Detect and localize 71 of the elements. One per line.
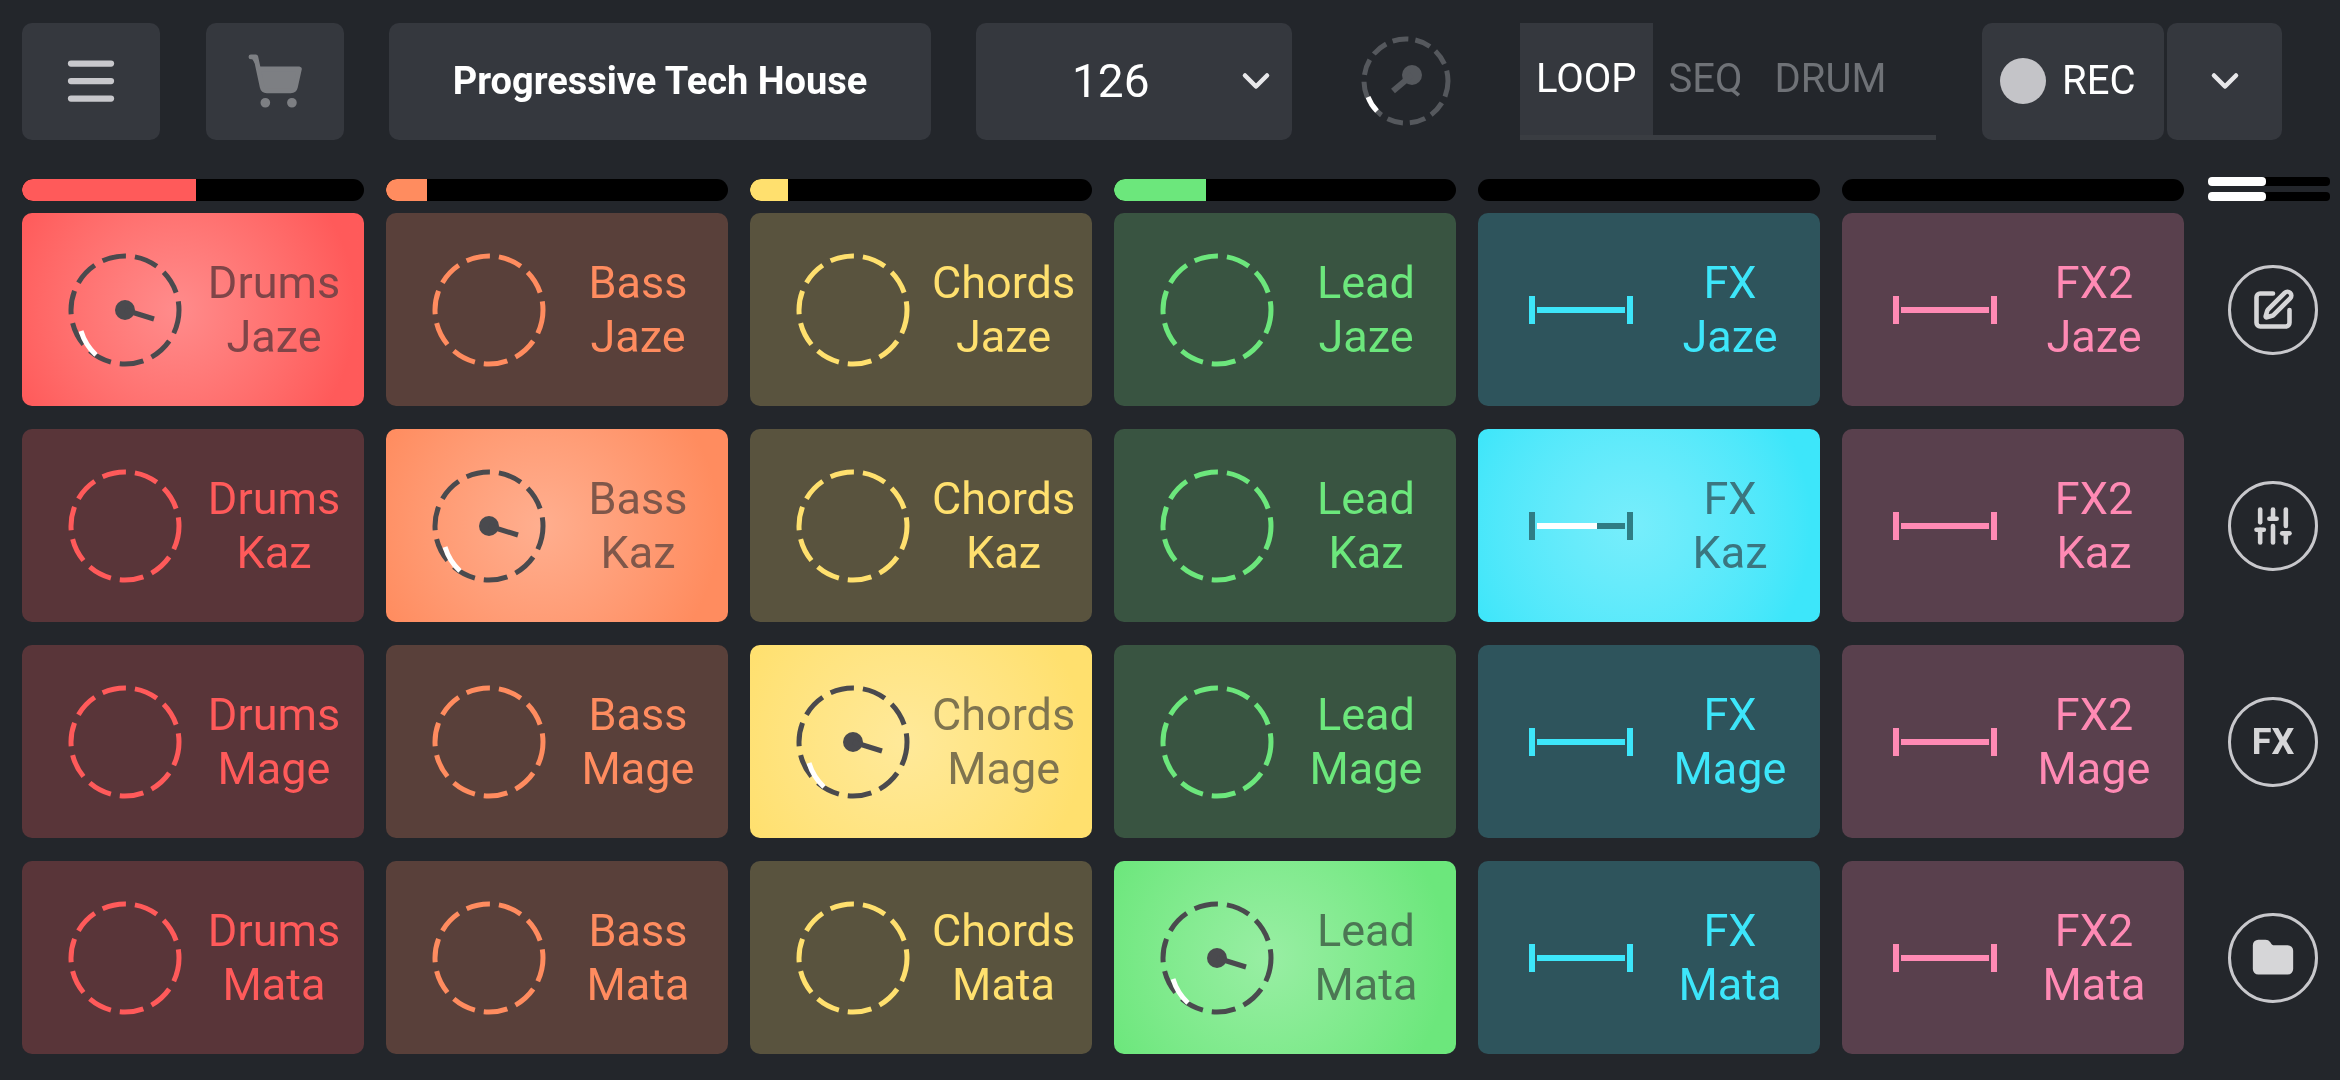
clip-pad[interactable]: Bass Jaze (386, 213, 728, 406)
range-bar-icon (1893, 727, 1997, 756)
clip-label: FX2 Mage (2036, 687, 2152, 796)
edit-button[interactable] (2228, 264, 2318, 355)
clip-label: Lead Kaz (1316, 471, 1416, 580)
mode-tab[interactable]: SEQ (1652, 22, 1759, 135)
clip-label: Chords Mata (931, 903, 1076, 1012)
cart-icon (246, 52, 304, 110)
tempo-dropdown[interactable]: 126 (976, 22, 1292, 140)
clip-label: Bass Jaze (587, 255, 689, 364)
mode-tab[interactable]: DRUM (1758, 22, 1903, 135)
clip-label: Chords Kaz (931, 471, 1076, 580)
clip-label: Drums Jaze (206, 255, 342, 364)
clip-pad[interactable]: FX Mata (1478, 861, 1820, 1054)
clip-pad[interactable]: FX2 Jaze (1842, 213, 2184, 406)
clip-pad[interactable]: Drums Mage (22, 645, 364, 838)
clip-pad[interactable]: Bass Kaz (386, 429, 728, 622)
clip-label: FX2 Mata (2041, 903, 2147, 1012)
clip-label: Lead Mata (1313, 903, 1419, 1012)
record-button[interactable]: REC (1982, 22, 2164, 140)
clip-pad[interactable]: FX2 Kaz (1842, 429, 2184, 622)
clip-label: FX Mage (1672, 687, 1788, 796)
clip-label: Lead Mage (1308, 687, 1424, 796)
clip-label: Bass Kaz (587, 471, 689, 580)
clip-pad[interactable]: FX Mage (1478, 645, 1820, 838)
project-title-button[interactable]: Progressive Tech House (389, 22, 931, 140)
clip-label: FX2 Kaz (2053, 471, 2135, 580)
clip-label: FX Kaz (1691, 471, 1769, 580)
clip-pad[interactable]: Chords Jaze (750, 213, 1092, 406)
clip-label: Bass Mage (580, 687, 696, 796)
clip-pad[interactable]: Drums Jaze (22, 213, 364, 406)
edit-icon (2251, 287, 2295, 332)
mixer-button[interactable] (2228, 480, 2318, 571)
folder-button[interactable] (2228, 912, 2318, 1003)
clip-label: Bass Mata (585, 903, 691, 1012)
clip-pad[interactable]: Lead Kaz (1114, 429, 1456, 622)
clip-pad[interactable]: Chords Mata (750, 861, 1092, 1054)
clip-label: Chords Mage (931, 687, 1076, 796)
range-bar-icon (1529, 943, 1633, 972)
clip-label: FX Mata (1677, 903, 1783, 1012)
cart-button[interactable] (206, 22, 344, 140)
mode-tab[interactable]: LOOP (1520, 22, 1653, 135)
clip-pad[interactable]: Lead Mage (1114, 645, 1456, 838)
range-bar-icon (1529, 295, 1633, 324)
range-bar-icon (1529, 511, 1633, 540)
range-bar-icon (1893, 511, 1997, 540)
clip-label: FX2 Jaze (2045, 255, 2143, 364)
range-bar-icon (1529, 727, 1633, 756)
clip-pad[interactable]: Bass Mata (386, 861, 728, 1054)
clip-pad[interactable]: Lead Jaze (1114, 213, 1456, 406)
clip-pad[interactable]: Chords Kaz (750, 429, 1092, 622)
clip-label: Chords Jaze (931, 255, 1076, 364)
clip-pad[interactable]: Drums Kaz (22, 429, 364, 622)
clip-label: Lead Jaze (1316, 255, 1416, 364)
clip-pad[interactable]: FX Kaz (1478, 429, 1820, 622)
clip-pad[interactable]: FX2 Mata (1842, 861, 2184, 1054)
clip-label: Drums Mata (206, 903, 342, 1012)
range-bar-icon (1893, 295, 1997, 324)
menu-button[interactable] (22, 22, 160, 140)
clip-pad[interactable]: FX2 Mage (1842, 645, 2184, 838)
clip-label: Drums Kaz (206, 471, 342, 580)
mixer-toggle-icon[interactable] (2208, 177, 2330, 203)
range-bar-icon (1893, 943, 1997, 972)
clip-pad[interactable]: FX Jaze (1478, 213, 1820, 406)
fx-button[interactable]: FX (2228, 696, 2318, 787)
clip-label: Drums Mage (206, 687, 342, 796)
clip-label: FX Jaze (1681, 255, 1779, 364)
clip-pad[interactable]: Bass Mage (386, 645, 728, 838)
clip-pad[interactable]: Drums Mata (22, 861, 364, 1054)
clip-pad[interactable]: Lead Mata (1114, 861, 1456, 1054)
clip-pad[interactable]: Chords Mage (750, 645, 1092, 838)
